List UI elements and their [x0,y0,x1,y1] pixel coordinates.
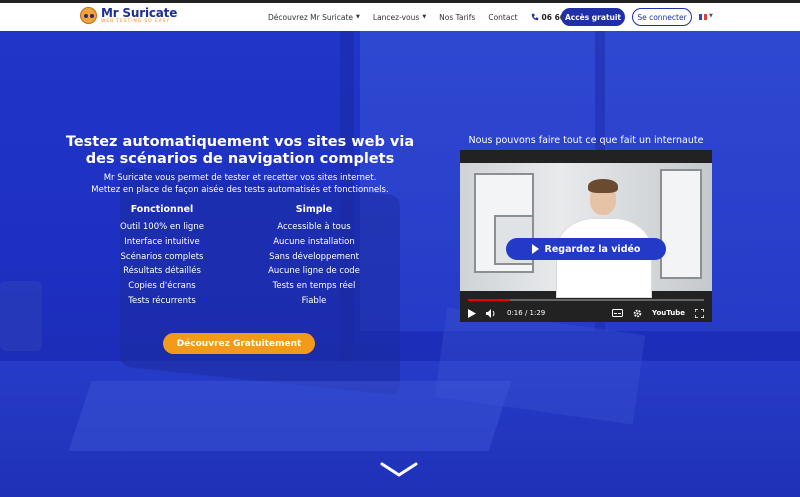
video-progress-bar[interactable] [468,299,704,301]
caret-down-icon: ▼ [356,14,360,20]
youtube-logo[interactable]: YouTube [652,309,685,317]
discover-free-button[interactable]: Découvrez Gratuitement [163,333,315,354]
play-icon [531,244,539,254]
settings-gear-icon[interactable] [633,309,642,318]
list-item: Tests récurrents [128,295,196,306]
feature-column-fonctionnel: Fonctionnel Outil 100% en ligne Interfac… [102,204,222,309]
video-thumbnail: Regardez la vidéo [460,163,712,298]
column-heading: Fonctionnel [130,204,194,215]
nav-item-contact[interactable]: Contact [488,13,517,22]
caret-down-icon: ▼ [709,13,713,19]
site-header: Mr Suricate WEB TESTING SO EASY Découvre… [0,3,800,31]
video-controls: 0:16 / 1:29 YouTube [460,304,712,322]
watch-video-button[interactable]: Regardez la vidéo [506,238,666,260]
nav-item-lancez-vous[interactable]: Lancez-vous ▼ [373,13,426,22]
list-item: Résultats détaillés [123,266,201,277]
scroll-down-chevron-icon[interactable] [380,462,418,478]
play-icon[interactable] [468,308,476,318]
nav-item-tarifs[interactable]: Nos Tarifs [439,13,475,22]
nav-item-decouvrez[interactable]: Découvrez Mr Suricate ▼ [268,13,360,22]
list-item: Interface intuitive [124,236,200,247]
logo[interactable]: Mr Suricate WEB TESTING SO EASY [80,7,177,25]
list-item: Aucune installation [273,236,355,247]
hero-title: Testez automatiquement vos sites web via… [65,134,415,167]
login-button[interactable]: Se connecter [632,8,692,26]
list-item: Copies d'écrans [128,281,196,292]
list-item: Scénarios complets [120,251,204,262]
list-item: Tests en temps réel [272,281,356,292]
caret-down-icon: ▼ [422,14,427,20]
list-item: Accessible à tous [277,222,351,232]
video-player[interactable]: Regardez la vidéo 0:16 / 1:29 YouTube [460,150,712,322]
logo-tagline: WEB TESTING SO EASY [101,19,171,24]
suricate-logo-icon [80,7,97,25]
logo-title: Mr Suricate [101,6,178,20]
list-item: Outil 100% en ligne [120,222,204,232]
fullscreen-icon[interactable] [695,308,704,318]
phone-icon [531,13,538,21]
feature-column-simple: Simple Accessible à tous Aucune installa… [254,204,374,309]
video-time: 0:16 / 1:29 [507,309,546,317]
volume-icon[interactable] [486,308,497,318]
main-nav: Découvrez Mr Suricate ▼ Lancez-vous ▼ Nos … [268,3,604,31]
list-item: Aucune ligne de code [268,266,360,277]
column-heading: Simple [295,204,333,215]
hero-section: Testez automatiquement vos sites web via… [0,31,800,497]
background-mug [0,281,42,351]
list-item: Sans développement [269,251,359,262]
free-access-button[interactable]: Accès gratuit [561,8,625,26]
list-item: Fiable [301,295,327,306]
flag-fr-icon[interactable] [699,14,708,20]
subtitles-icon[interactable] [612,309,624,317]
video-caption: Nous pouvons faire tout ce que fait un i… [468,135,704,146]
hero-subtitle: Mr Suricate vous permet de tester et rec… [91,173,389,195]
